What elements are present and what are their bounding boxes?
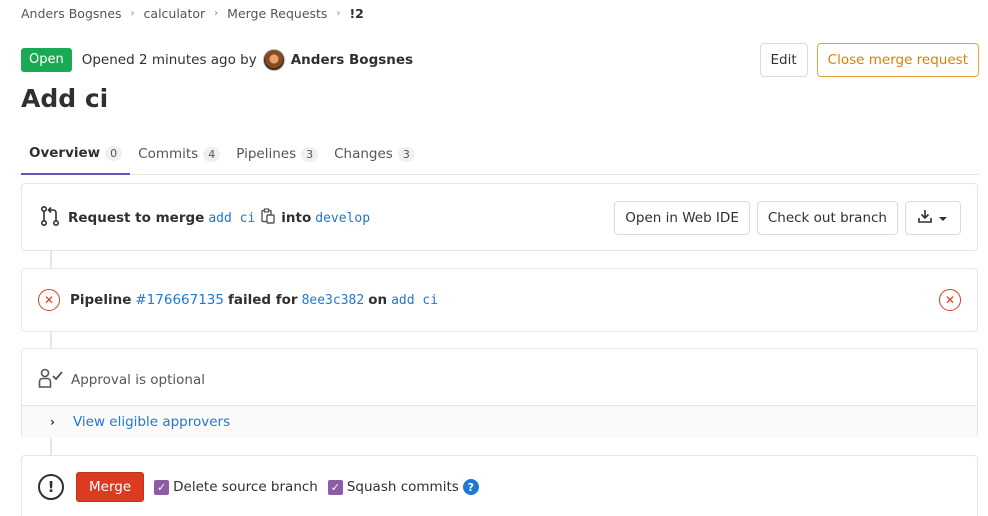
timeline-connector	[50, 438, 52, 455]
author-name[interactable]: Anders Bogsnes	[291, 52, 413, 68]
view-approvers-row[interactable]: › View eligible approvers	[22, 405, 977, 438]
merge-request-info: Request to merge add ci into develop	[38, 204, 370, 232]
pipeline-status-text: failed for	[228, 292, 298, 308]
tab-count: 3	[397, 146, 415, 162]
commit-sha-link[interactable]: 8ee3c382	[302, 293, 365, 308]
approval-panel: Approval is optional › View eligible app…	[21, 348, 978, 438]
merge-request-actions: Open in Web IDE Check out branch	[614, 201, 961, 235]
pipeline-panel: ✕ Pipeline #176667135 failed for 8ee3c38…	[21, 268, 978, 332]
warning-icon: !	[38, 474, 64, 500]
into-label: into	[281, 210, 312, 226]
caret-down-icon	[938, 210, 948, 226]
view-eligible-approvers-link[interactable]: View eligible approvers	[73, 414, 230, 430]
delete-source-branch-checkbox[interactable]: ✓ Delete source branch	[154, 479, 318, 495]
help-icon[interactable]: ?	[462, 479, 479, 495]
tab-label: Commits	[138, 146, 199, 162]
breadcrumb-owner[interactable]: Anders Bogsnes	[21, 6, 122, 21]
source-branch-link[interactable]: add ci	[208, 211, 255, 226]
chevron-right-icon: ›	[50, 415, 55, 429]
merge-panel: ! Merge ✓ Delete source branch ✓ Squash …	[21, 455, 978, 516]
tab-count: 3	[301, 146, 319, 162]
checkbox-label: Delete source branch	[173, 479, 318, 495]
breadcrumb-current[interactable]: !2	[349, 6, 363, 21]
tab-changes[interactable]: Changes 3	[326, 133, 423, 175]
checkbox-checked-icon[interactable]: ✓	[327, 479, 343, 495]
tab-pipelines[interactable]: Pipelines 3	[228, 133, 326, 175]
pipeline-branch-link[interactable]: add ci	[391, 293, 438, 308]
open-web-ide-button[interactable]: Open in Web IDE	[614, 201, 750, 235]
chevron-right-icon: ›	[214, 7, 219, 19]
merge-actions: ! Merge ✓ Delete source branch ✓ Squash …	[38, 472, 479, 502]
copy-icon[interactable]	[261, 208, 275, 228]
edit-button[interactable]: Edit	[759, 43, 808, 77]
breadcrumb-project[interactable]: calculator	[144, 6, 206, 21]
on-label: on	[368, 292, 388, 308]
pipeline-label: Pipeline	[70, 292, 132, 308]
tab-label: Overview	[29, 145, 101, 161]
squash-commits-checkbox[interactable]: ✓ Squash commits	[327, 479, 459, 495]
merge-button[interactable]: Merge	[76, 472, 145, 502]
tab-overview[interactable]: Overview 0	[21, 133, 131, 175]
timeline-connector	[50, 251, 52, 268]
tab-count: 4	[203, 146, 221, 162]
chevron-right-icon: ›	[336, 7, 341, 19]
merge-request-info-panel: Request to merge add ci into develop Ope…	[21, 183, 978, 251]
tab-commits[interactable]: Commits 4	[130, 133, 228, 175]
tab-label: Pipelines	[236, 146, 297, 162]
mr-tabs: Overview 0 Commits 4 Pipelines 3 Changes…	[21, 133, 979, 175]
approval-text: Approval is optional	[71, 372, 205, 388]
pipeline-info: ✕ Pipeline #176667135 failed for 8ee3c38…	[38, 289, 438, 311]
status-badge: Open	[21, 48, 72, 72]
avatar[interactable]	[262, 49, 285, 71]
breadcrumb: Anders Bogsnes › calculator › Merge Requ…	[21, 5, 364, 21]
status-failed-icon[interactable]: ✕	[38, 289, 60, 311]
page-title: Add ci	[21, 84, 109, 113]
request-to-merge-label: Request to merge	[68, 210, 205, 226]
timeline-connector	[50, 332, 52, 348]
download-icon	[918, 209, 932, 227]
tab-count: 0	[105, 145, 123, 161]
opened-text: Opened 2 minutes ago by	[81, 52, 257, 68]
target-branch-link[interactable]: develop	[315, 211, 370, 226]
header-actions: Edit Close merge request	[759, 43, 979, 77]
download-dropdown-button[interactable]	[905, 201, 961, 235]
tab-label: Changes	[334, 146, 393, 162]
breadcrumb-merge-requests[interactable]: Merge Requests	[227, 6, 327, 21]
checkbox-checked-icon[interactable]: ✓	[154, 479, 170, 495]
approval-icon	[38, 367, 64, 393]
stage-failed-icon[interactable]: ✕	[939, 289, 961, 311]
git-merge-icon	[38, 204, 62, 232]
approval-info: Approval is optional	[38, 367, 205, 393]
chevron-right-icon: ›	[130, 7, 135, 19]
pipeline-id-link[interactable]: #176667135	[135, 292, 224, 308]
checkbox-label: Squash commits	[346, 479, 459, 495]
close-merge-request-button[interactable]: Close merge request	[816, 43, 979, 77]
check-out-branch-button[interactable]: Check out branch	[756, 201, 898, 235]
